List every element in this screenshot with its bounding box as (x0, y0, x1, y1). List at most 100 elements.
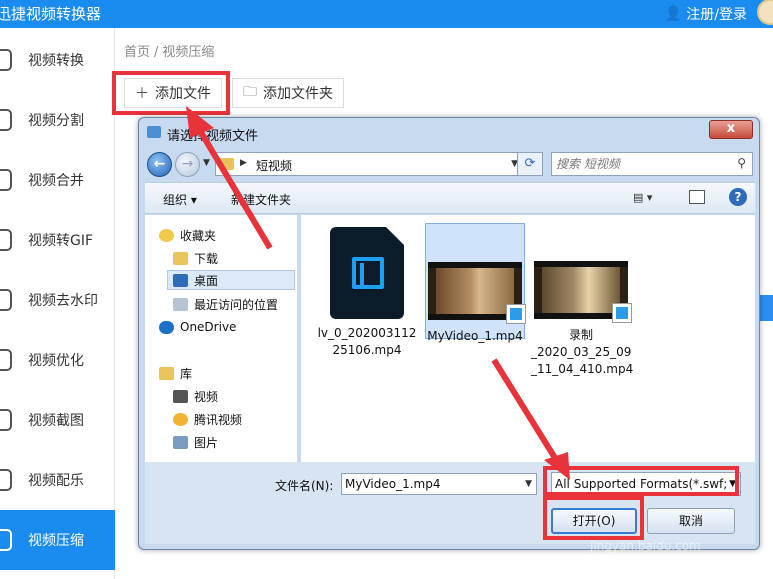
star-icon (159, 228, 174, 242)
highlight-box-add-file (112, 71, 230, 115)
file-item[interactable]: 录制 _2020_03_25_09 _11_04_410.mp4 (531, 223, 633, 376)
file-name: lv_0_202003112 (317, 326, 417, 340)
add-folder-button[interactable]: 🗀 添加文件夹 (232, 78, 344, 108)
sidebar-item-label: 视频转换 (28, 53, 84, 69)
nav-label: 库 (180, 366, 193, 381)
recent-places-icon (173, 297, 188, 311)
file-item-selected[interactable]: MyVideo_1.mp4 (425, 223, 526, 343)
app-title-bar: 迅捷视频转换器 👤 注册/登录 (0, 0, 773, 28)
folder-icon: 🗀 (243, 84, 257, 100)
file-name: _2020_03_25_09 (531, 345, 632, 359)
breadcrumb-home[interactable]: 首页 (124, 45, 150, 60)
nav-label: 腾讯视频 (194, 412, 243, 427)
file-item[interactable]: lv_0_202003112 25106.mp4 (317, 223, 417, 357)
back-arrow-icon[interactable]: ← (147, 152, 172, 177)
file-name: _11_04_410.mp4 (531, 362, 634, 376)
breadcrumb-separator: / (154, 45, 159, 60)
search-field[interactable]: ⚲ (551, 152, 753, 176)
nav-item-tencent-video[interactable]: 腾讯视频 (173, 409, 242, 429)
address-bar[interactable]: ▶ 短视频 ▼ (215, 152, 523, 176)
folder-icon (220, 158, 234, 170)
nav-item-videos[interactable]: 视频 (173, 386, 218, 406)
search-input[interactable] (556, 155, 726, 173)
nav-item-onedrive[interactable]: OneDrive (159, 317, 236, 337)
address-path[interactable]: 短视频 (256, 157, 292, 174)
sidebar-item-label: 视频分割 (28, 113, 84, 129)
forward-arrow-icon[interactable]: → (175, 152, 200, 177)
sidebar-item-label: 视频截图 (28, 413, 84, 429)
refresh-icon[interactable]: ⟳ (517, 152, 543, 176)
sidebar-item-split[interactable]: 视频分割 (0, 90, 115, 150)
gif-icon (0, 229, 12, 251)
filename-field[interactable]: ▼ (341, 473, 537, 495)
preview-pane-icon[interactable] (689, 190, 705, 204)
sidebar-item-screenshot[interactable]: 视频截图 (0, 390, 115, 450)
film-icon (352, 257, 384, 289)
login-button[interactable]: 👤 注册/登录 (665, 4, 747, 24)
sidebar-item-music[interactable]: 视频配乐 (0, 450, 115, 510)
sidebar-item-convert[interactable]: 视频转换 (0, 30, 115, 90)
nav-item-downloads[interactable]: 下载 (173, 248, 218, 268)
video-thumbnail (428, 262, 526, 324)
video-thumbnail (534, 261, 632, 323)
sidebar-item-label: 视频去水印 (28, 293, 98, 309)
video-merge-icon (0, 169, 12, 191)
tencent-video-icon (173, 412, 188, 426)
app-title: 迅捷视频转换器 (0, 5, 102, 23)
sidebar-item-label: 视频合并 (28, 173, 84, 189)
cloud-icon (159, 320, 174, 334)
chevron-down-icon[interactable]: ▼ (525, 479, 532, 489)
nav-label: 最近访问的位置 (194, 297, 279, 312)
organize-menu[interactable]: 组织 ▾ (163, 191, 197, 208)
sidebar-item-merge[interactable]: 视频合并 (0, 150, 115, 210)
sidebar-item-compress[interactable]: 视频压缩 (0, 510, 115, 570)
address-row: ← → ▼ ▶ 短视频 ▼ ⟳ ⚲ (145, 150, 755, 178)
close-button[interactable]: x (709, 120, 753, 139)
compress-icon (0, 529, 12, 551)
navigation-pane: 收藏夹 下载 桌面 最近访问的位置 OneDrive 库 视频 腾讯视频 图片 (145, 215, 298, 462)
add-folder-label: 添加文件夹 (263, 86, 333, 102)
file-name: 录制 (568, 328, 593, 342)
file-name: 25106.mp4 (332, 343, 402, 357)
avatar[interactable] (757, 0, 773, 25)
sidebar: 视频转换 视频分割 视频合并 视频转GIF 视频去水印 视频优化 视频截图 视频… (0, 28, 115, 579)
filename-label: 文件名(N): (275, 479, 334, 493)
video-badge-icon (612, 303, 632, 323)
video-split-icon (0, 109, 12, 131)
nav-item-desktop[interactable]: 桌面 (167, 270, 295, 290)
nav-item-pictures[interactable]: 图片 (173, 432, 218, 452)
highlight-box-format (543, 466, 739, 496)
view-options-icon[interactable]: ▤ ▾ (633, 191, 667, 204)
nav-label: OneDrive (180, 320, 237, 334)
sidebar-item-optimize[interactable]: 视频优化 (0, 330, 115, 390)
desktop-icon (173, 273, 188, 287)
nav-label: 图片 (194, 435, 219, 450)
dialog-app-icon (147, 126, 161, 138)
new-folder-button[interactable]: 新建文件夹 (231, 191, 291, 208)
sidebar-item-label: 视频压缩 (28, 533, 84, 549)
breadcrumb-current: 视频压缩 (162, 45, 215, 60)
nav-favorites[interactable]: 收藏夹 (159, 225, 216, 245)
nav-item-recent[interactable]: 最近访问的位置 (173, 294, 278, 314)
sidebar-item-label: 视频配乐 (28, 473, 84, 489)
nav-label: 视频 (194, 389, 219, 404)
background-panel-edge (760, 295, 773, 321)
watermark-text: jingyan.baidu.com (590, 539, 701, 553)
nav-label: 下载 (194, 251, 219, 266)
dialog-title-bar: 请选择视频文件 x (139, 118, 759, 146)
nav-library[interactable]: 库 (159, 363, 192, 383)
library-icon (159, 366, 174, 380)
search-icon[interactable]: ⚲ (737, 156, 746, 170)
sidebar-item-gif[interactable]: 视频转GIF (0, 210, 115, 270)
sidebar-item-watermark[interactable]: 视频去水印 (0, 270, 115, 330)
video-badge-icon (506, 304, 526, 324)
help-icon[interactable]: ? (729, 188, 747, 206)
video-convert-icon (0, 49, 12, 71)
login-label: 注册/登录 (686, 7, 747, 23)
video-library-icon (173, 389, 188, 403)
command-bar: 组织 ▾ 新建文件夹 ▤ ▾ ? (145, 182, 755, 214)
history-dropdown-icon[interactable]: ▼ (203, 158, 210, 168)
chevron-right-icon[interactable]: ▶ (240, 158, 247, 168)
filename-input[interactable] (345, 476, 515, 492)
breadcrumb: 首页 / 视频压缩 (124, 41, 214, 60)
